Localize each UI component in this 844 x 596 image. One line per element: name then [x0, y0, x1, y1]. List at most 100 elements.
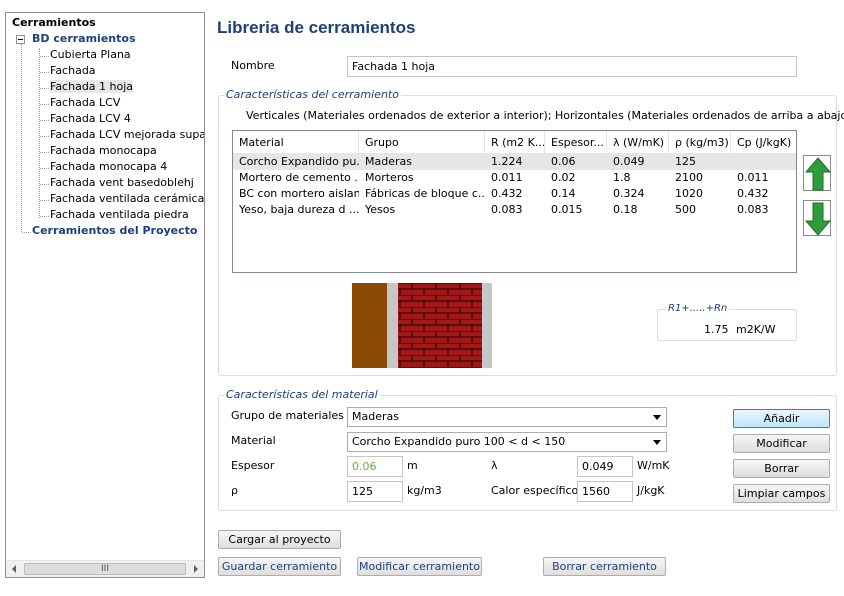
r-total-value: 1.75 [704, 323, 729, 336]
move-down-button[interactable] [803, 200, 832, 236]
tree-item-fachada-monocapa-4[interactable]: Fachada monocapa 4 [50, 160, 167, 173]
cell-espesor: 0.015 [551, 203, 583, 216]
nombre-input[interactable]: Fachada 1 hoja [347, 56, 797, 77]
cell-material: BC con mortero aislan... [239, 187, 359, 200]
cell-cp [731, 154, 796, 170]
cell-rho: 125 [675, 155, 696, 168]
column-header-rho[interactable]: ρ (kg/m3) [669, 131, 731, 154]
lambda-label: λ [491, 459, 498, 472]
cell-r: 1.224 [491, 155, 523, 168]
cell-espesor: 0.02 [551, 171, 576, 184]
cell-lambda: 0.324 [613, 187, 645, 200]
tree-item-fachada-ventilada-piedra[interactable]: Fachada ventilada piedra [50, 208, 189, 221]
espesor-label: Espesor [231, 459, 275, 472]
anadir-button[interactable]: Añadir [733, 409, 830, 428]
layers-table[interactable]: Material Grupo R (m2 K... Espesor... λ (… [232, 130, 797, 273]
column-header-r[interactable]: R (m2 K... [485, 131, 545, 154]
table-row[interactable]: Corcho Expandido pu... Maderas 1.224 0.0… [233, 154, 796, 170]
table-row[interactable]: Mortero de cemento ... Morteros 0.011 0.… [233, 170, 796, 186]
espesor-unit: m [407, 459, 418, 472]
espesor-input[interactable]: 0.06 [347, 456, 403, 477]
cell-r: 0.011 [491, 171, 523, 184]
lambda-unit: W/mK [637, 459, 670, 472]
column-header-lambda[interactable]: λ (W/mK) [607, 131, 669, 154]
arrow-up-icon [804, 157, 832, 191]
rho-label: ρ [231, 484, 238, 497]
material-group-title: Características del material [224, 388, 380, 401]
orientation-hint: Verticales (Materiales ordenados de exte… [246, 109, 844, 122]
material-select[interactable]: Corcho Expandido puro 100 < d < 150 [347, 432, 667, 452]
scrollbar-thumb[interactable]: III [24, 563, 186, 575]
borrar-material-button[interactable]: Borrar [733, 459, 830, 478]
limpiar-campos-button[interactable]: Limpiar campos [733, 484, 830, 503]
cell-lambda: 0.18 [613, 203, 638, 216]
rho-input[interactable]: 125 [347, 481, 403, 502]
tree-item-fachada-lcv-4[interactable]: Fachada LCV 4 [50, 112, 131, 125]
calor-especifico-label: Calor específico [491, 484, 579, 497]
tree-item-cubierta-plana[interactable]: Cubierta Plana [50, 48, 131, 61]
tree-horizontal-scrollbar[interactable]: III [6, 560, 204, 577]
cell-grupo: Yesos [365, 203, 396, 216]
calor-especifico-input[interactable]: 1560 [577, 481, 633, 502]
borrar-cerramiento-button[interactable]: Borrar cerramiento [543, 557, 666, 576]
cork-layer [352, 283, 387, 368]
material-label: Material [231, 434, 276, 447]
r-total-unit: m2K/W [736, 323, 776, 336]
chevron-down-icon [653, 440, 661, 445]
scroll-right-icon[interactable] [194, 565, 198, 573]
tree-item-fachada-vent-basedoblehj[interactable]: Fachada vent basedoblehj [50, 176, 194, 189]
cell-cp: 0.083 [737, 203, 769, 216]
cell-grupo: Fábricas de bloque c... [365, 187, 485, 200]
wall-section-drawing [352, 283, 492, 368]
chevron-down-icon [653, 415, 661, 420]
tree-panel[interactable]: Cerramientos BD cerramientos Cubierta Pl… [5, 12, 205, 578]
cell-material: Yeso, baja dureza d ... [239, 203, 359, 216]
cell-lambda: 1.8 [613, 171, 631, 184]
grupo-label: Grupo de materiales [231, 409, 344, 422]
tree-item-fachada-ventilada-ceramica[interactable]: Fachada ventilada cerámica [50, 192, 204, 205]
table-header: Material Grupo R (m2 K... Espesor... λ (… [233, 131, 796, 154]
tree-root-label: Cerramientos [12, 16, 96, 29]
column-header-cp[interactable]: Cp (J/kgK) [731, 131, 796, 154]
guardar-cerramiento-button[interactable]: Guardar cerramiento [218, 557, 341, 576]
cell-rho: 500 [675, 203, 696, 216]
tree-item-fachada[interactable]: Fachada [50, 64, 96, 77]
grupo-select-value: Maderas [352, 410, 399, 423]
tree-node-cerramientos-proyecto[interactable]: Cerramientos del Proyecto [32, 224, 197, 237]
cell-grupo: Morteros [365, 171, 414, 184]
table-row[interactable]: Yeso, baja dureza d ... Yesos 0.083 0.01… [233, 202, 796, 218]
collapse-toggle-icon[interactable] [16, 35, 25, 44]
cell-material: Mortero de cemento ... [239, 171, 359, 184]
lambda-input[interactable]: 0.049 [577, 456, 633, 477]
r-formula-label: R1+.....+Rn [666, 303, 730, 314]
grupo-select[interactable]: Maderas [347, 407, 667, 427]
page-title: Libreria de cerramientos [217, 18, 416, 37]
cell-r: 0.432 [491, 187, 523, 200]
cerramiento-group-title: Características del cerramiento [224, 88, 401, 101]
tree-item-fachada-1-hoja[interactable]: Fachada 1 hoja [50, 80, 134, 93]
material-select-value: Corcho Expandido puro 100 < d < 150 [352, 435, 566, 448]
cell-cp: 0.432 [737, 187, 769, 200]
arrow-down-icon [804, 202, 832, 236]
column-header-grupo[interactable]: Grupo [359, 131, 485, 154]
tree-item-fachada-lcv[interactable]: Fachada LCV [50, 96, 120, 109]
calor-especifico-unit: J/kgK [637, 484, 665, 497]
modificar-cerramiento-button[interactable]: Modificar cerramiento [357, 557, 482, 576]
tree-item-fachada-lcv-mejorada[interactable]: Fachada LCV mejorada supafil 0 [50, 128, 204, 141]
tree-item-fachada-monocapa[interactable]: Fachada monocapa [50, 144, 157, 157]
rho-unit: kg/m3 [407, 484, 442, 497]
scroll-left-icon[interactable] [12, 565, 16, 573]
cargar-proyecto-button[interactable]: Cargar al proyecto [218, 530, 341, 549]
table-row[interactable]: BC con mortero aislan... Fábricas de blo… [233, 186, 796, 202]
cell-cp: 0.011 [737, 171, 769, 184]
column-header-espesor[interactable]: Espesor... [545, 131, 607, 154]
cell-rho: 2100 [675, 171, 703, 184]
column-header-material[interactable]: Material [233, 131, 359, 154]
tree-node-bd-cerramientos[interactable]: BD cerramientos [32, 32, 136, 45]
modificar-material-button[interactable]: Modificar [733, 434, 830, 453]
cell-espesor: 0.14 [551, 187, 576, 200]
mortar-layer [387, 283, 398, 368]
move-up-button[interactable] [803, 155, 832, 191]
total-resistance-box: R1+.....+Rn 1.75 m2K/W [657, 303, 797, 341]
plaster-layer [482, 283, 492, 368]
